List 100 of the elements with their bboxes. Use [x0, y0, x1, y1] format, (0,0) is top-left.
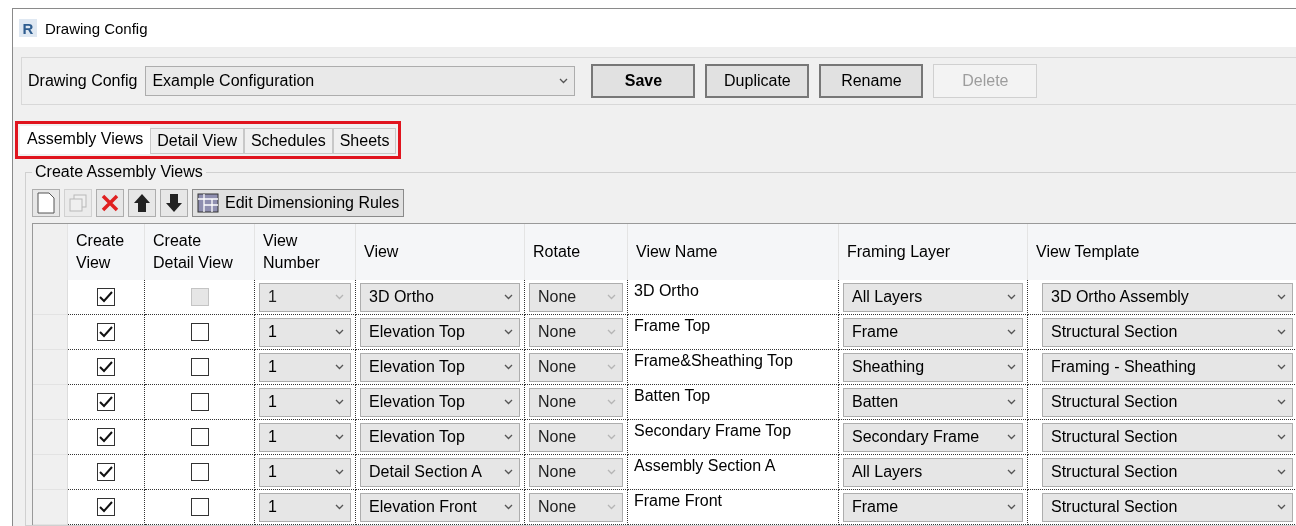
caret-icon — [1007, 399, 1016, 405]
caret-icon — [335, 294, 344, 300]
caret-icon — [607, 434, 616, 440]
number-dropdown[interactable]: 1 — [259, 422, 351, 452]
column-header: Framing Layer — [839, 224, 1028, 280]
caret-icon — [607, 504, 616, 510]
view-name-field[interactable]: Frame Front — [630, 490, 726, 512]
caret-icon — [504, 504, 513, 510]
tab[interactable]: Sheets — [332, 128, 397, 154]
caret-icon — [607, 294, 616, 300]
column-header: View Name — [628, 224, 839, 280]
caret-icon — [607, 399, 616, 405]
layer-dropdown[interactable]: Frame — [843, 492, 1023, 522]
number-dropdown[interactable]: 1 — [259, 492, 351, 522]
caret-icon — [335, 399, 344, 405]
tab[interactable]: Assembly Views — [20, 126, 151, 154]
config-dropdown[interactable]: Example Configuration — [145, 66, 576, 96]
template-dropdown[interactable]: Structural Section — [1042, 492, 1293, 522]
caret-icon — [559, 78, 569, 84]
view-name-field[interactable]: Batten Top — [630, 385, 715, 407]
checkbox[interactable] — [190, 323, 209, 341]
arrow-down-icon — [165, 193, 183, 213]
view-name-field[interactable]: Secondary Frame Top — [630, 420, 796, 442]
layer-dropdown[interactable]: Frame — [843, 317, 1023, 347]
checkbox[interactable] — [97, 323, 115, 341]
column-header: Create Detail View — [145, 224, 255, 280]
checkbox[interactable] — [97, 498, 115, 516]
checkbox[interactable] — [97, 393, 115, 411]
view-dropdown[interactable]: Elevation Front — [360, 492, 520, 522]
caret-icon — [1007, 329, 1016, 335]
caret-icon — [607, 469, 616, 475]
column-header: Create View — [68, 224, 145, 280]
caret-icon — [1277, 329, 1286, 335]
column-header: View Template — [1028, 224, 1296, 280]
view-name-field[interactable]: Frame Top — [630, 315, 715, 337]
view-dropdown[interactable]: 3D Ortho — [360, 282, 520, 312]
caret-icon — [504, 434, 513, 440]
template-dropdown[interactable]: Framing - Sheathing — [1042, 352, 1293, 382]
caret-icon — [504, 364, 513, 370]
layer-dropdown[interactable]: Batten — [843, 387, 1023, 417]
tab[interactable]: Detail View — [150, 128, 244, 154]
caret-icon — [1007, 434, 1016, 440]
caret-icon — [335, 504, 344, 510]
window-title: Drawing Config — [45, 19, 148, 37]
template-dropdown[interactable]: Structural Section — [1042, 457, 1293, 487]
column-header: View — [356, 224, 525, 280]
template-dropdown[interactable]: 3D Ortho Assembly — [1042, 282, 1293, 312]
checkbox[interactable] — [97, 358, 115, 376]
caret-icon — [1277, 399, 1286, 405]
row-header-corner — [33, 224, 68, 280]
template-dropdown[interactable]: Structural Section — [1042, 317, 1293, 347]
view-dropdown[interactable]: Elevation Top — [360, 387, 520, 417]
number-dropdown[interactable]: 1 — [259, 352, 351, 382]
caret-icon — [335, 329, 344, 335]
checkbox[interactable] — [97, 428, 115, 446]
view-name-field[interactable]: 3D Ortho — [630, 280, 703, 302]
view-dropdown[interactable]: Elevation Top — [360, 422, 520, 452]
caret-icon — [504, 329, 513, 335]
caret-icon — [1007, 364, 1016, 370]
checkbox[interactable] — [190, 498, 209, 516]
toolbar-button[interactable] — [160, 189, 188, 217]
tab[interactable]: Schedules — [243, 128, 333, 154]
number-dropdown[interactable]: 1 — [259, 457, 351, 487]
view-name-field[interactable]: Frame&Sheathing Top — [630, 350, 797, 372]
caret-icon — [1277, 504, 1286, 510]
table-icon — [197, 193, 219, 213]
layer-dropdown[interactable]: All Layers — [843, 282, 1023, 312]
caret-icon — [504, 399, 513, 405]
caret-icon — [1007, 294, 1016, 300]
caret-icon — [504, 294, 513, 300]
app-logo: R — [19, 19, 37, 37]
checkbox[interactable] — [190, 428, 209, 446]
layer-dropdown[interactable]: Secondary Frame — [843, 422, 1023, 452]
action-button[interactable]: Duplicate — [705, 64, 810, 98]
template-dropdown[interactable]: Structural Section — [1042, 387, 1293, 417]
checkbox[interactable] — [190, 393, 209, 411]
view-dropdown[interactable]: Elevation Top — [360, 317, 520, 347]
layer-dropdown[interactable]: All Layers — [843, 457, 1023, 487]
checkbox[interactable] — [97, 463, 115, 481]
number-dropdown[interactable]: 1 — [259, 387, 351, 417]
new-page-icon — [37, 192, 55, 214]
group-title: Create Assembly Views — [34, 163, 204, 181]
checkbox[interactable] — [97, 288, 115, 306]
checkbox[interactable] — [190, 463, 209, 481]
arrow-up-icon — [133, 193, 151, 213]
view-dropdown[interactable]: Detail Section A — [360, 457, 520, 487]
caret-icon — [1007, 469, 1016, 475]
checkbox[interactable] — [190, 358, 209, 376]
view-name-field[interactable]: Assembly Section A — [630, 455, 780, 477]
toolbar-button[interactable] — [128, 189, 156, 217]
edit-rules-button[interactable]: Edit Dimensioning Rules — [192, 189, 405, 217]
primary-button[interactable]: Save — [591, 64, 696, 98]
number-dropdown[interactable]: 1 — [259, 317, 351, 347]
layer-dropdown[interactable]: Sheathing — [843, 352, 1023, 382]
caret-icon — [1277, 294, 1286, 300]
view-dropdown[interactable]: Elevation Top — [360, 352, 520, 382]
template-dropdown[interactable]: Structural Section — [1042, 422, 1293, 452]
action-button[interactable]: Rename — [819, 64, 924, 98]
caret-icon — [504, 469, 513, 475]
config-label: Drawing Config — [28, 72, 138, 90]
